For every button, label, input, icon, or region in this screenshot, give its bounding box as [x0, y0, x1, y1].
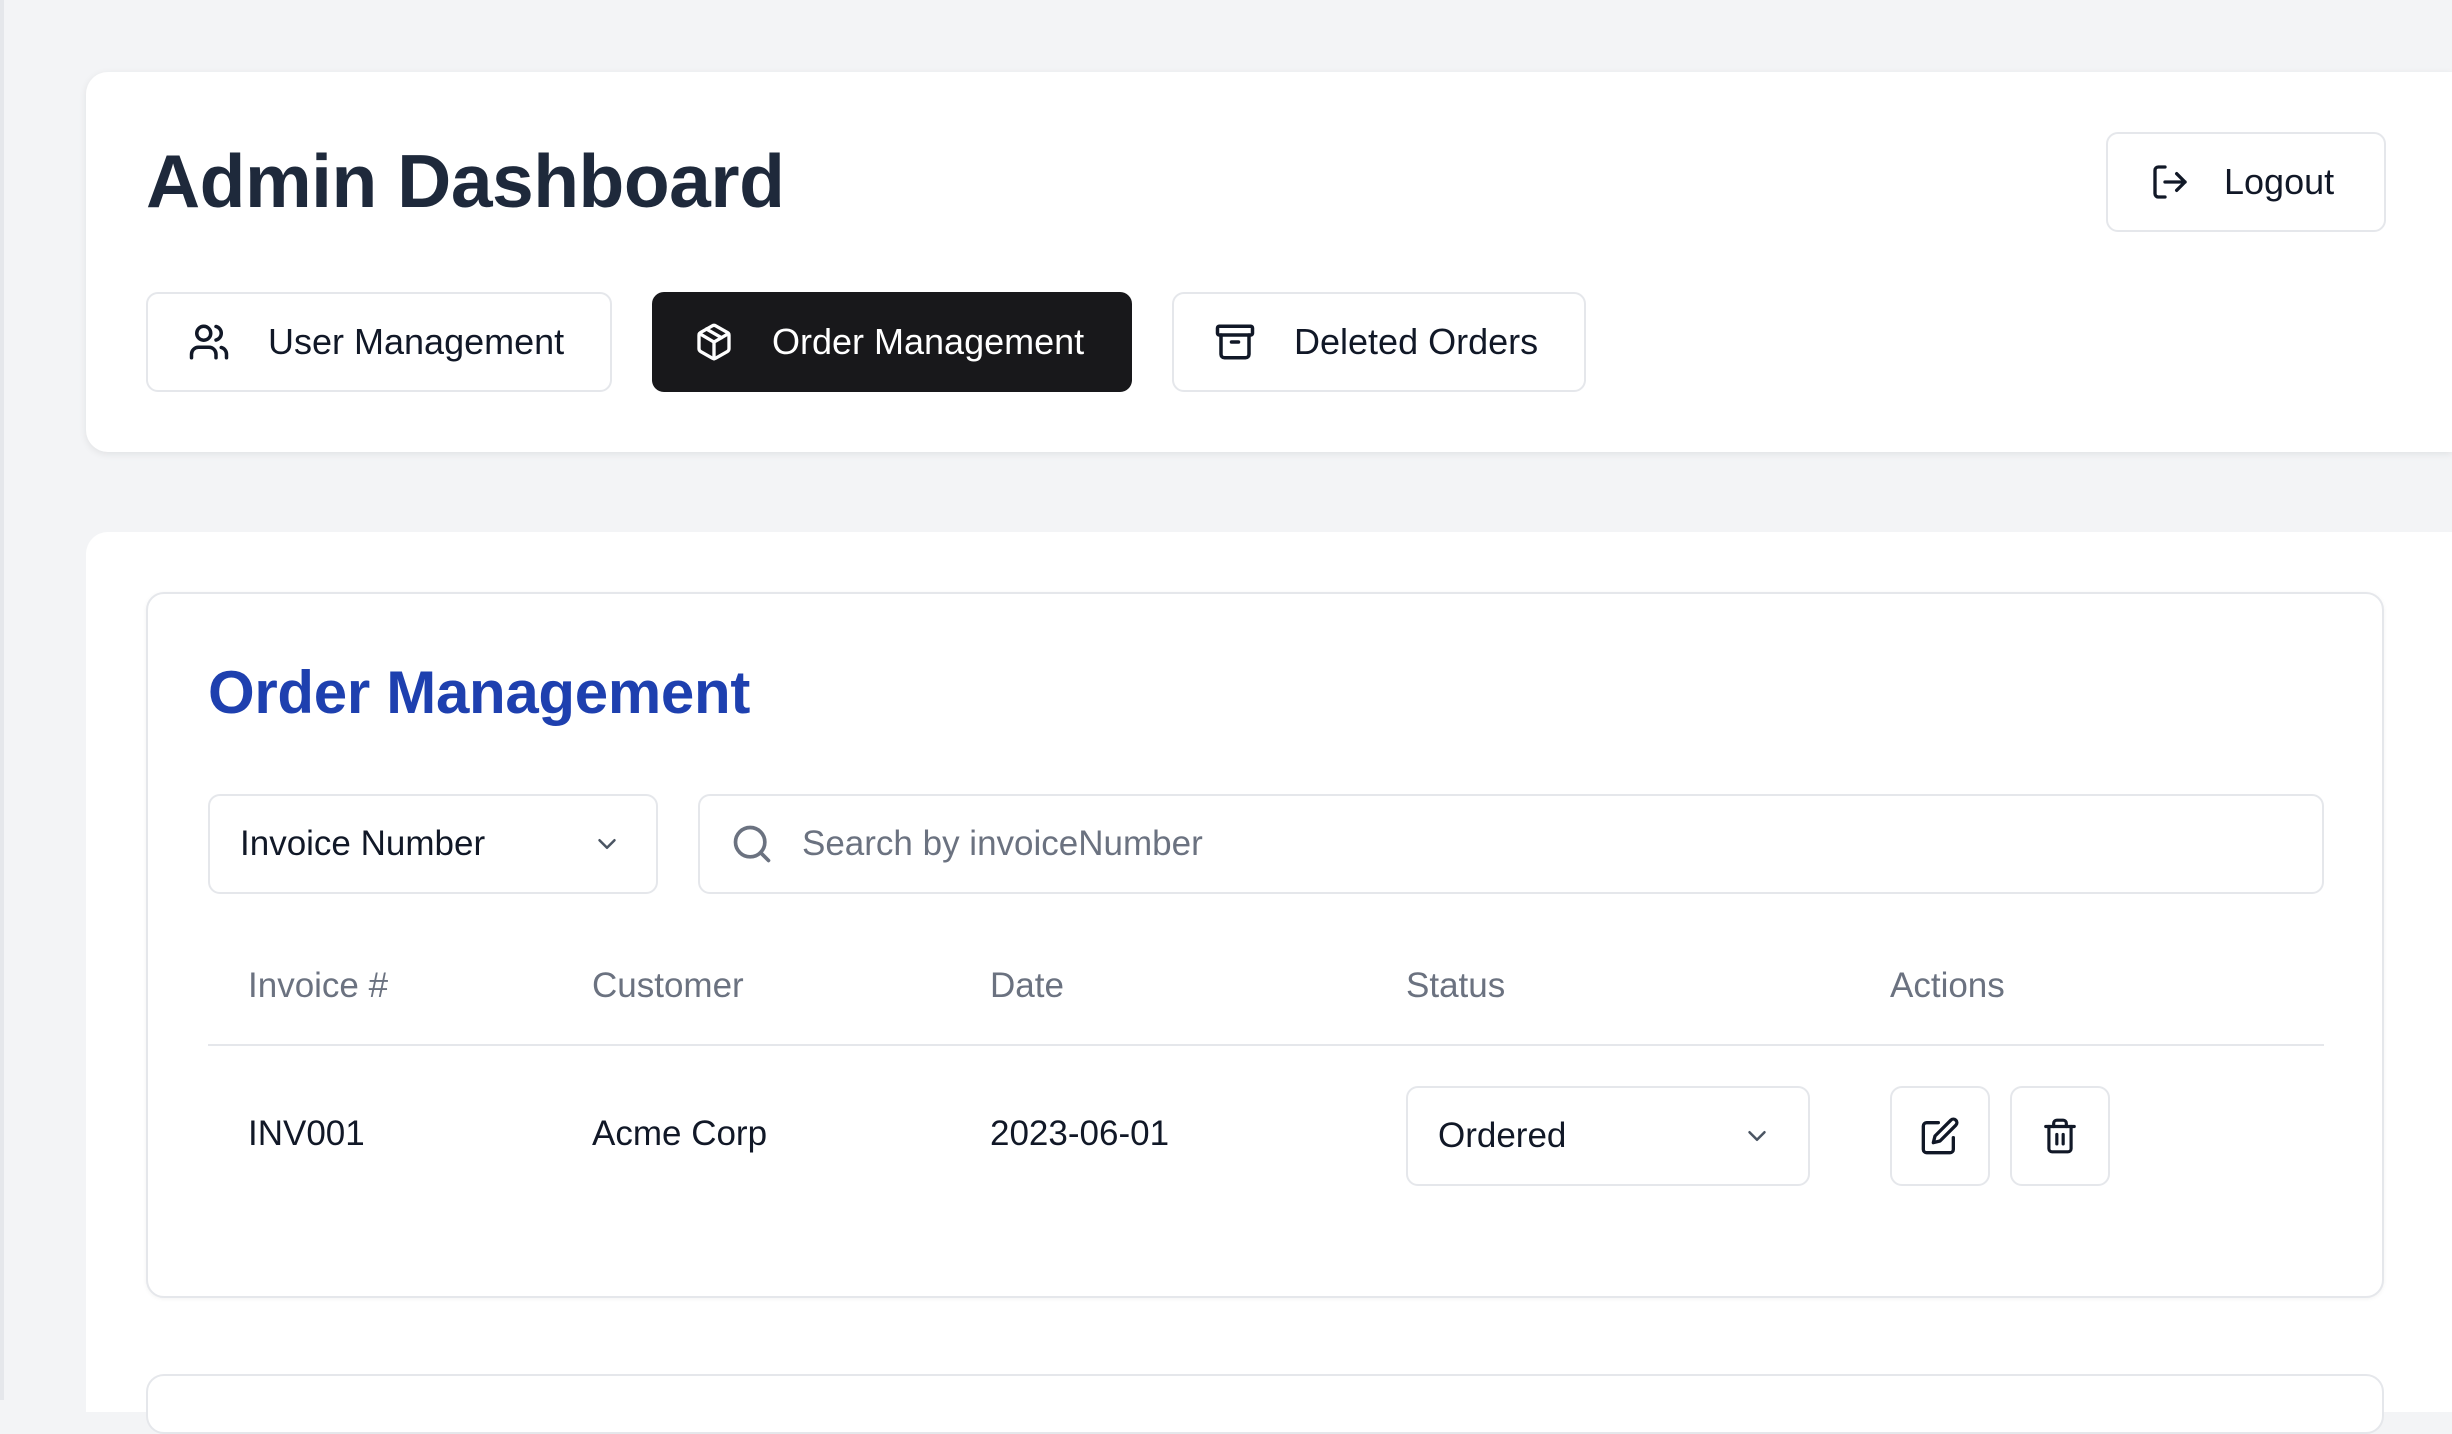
header-card: Admin Dashboard Logout User Management O…	[86, 72, 2452, 452]
tab-label: Deleted Orders	[1294, 321, 1539, 362]
trash-icon	[2041, 1117, 2079, 1155]
section-title: Order Management	[208, 659, 750, 726]
tab-label: User Management	[268, 321, 565, 362]
column-header-date: Date	[990, 966, 1064, 1005]
tab-deleted-orders[interactable]: Deleted Orders	[1172, 292, 1586, 392]
date-cell: 2023-06-01	[990, 1114, 1170, 1153]
invoice-cell: INV001	[248, 1114, 365, 1153]
column-header-customer: Customer	[592, 966, 744, 1005]
edit-icon	[1920, 1116, 1960, 1156]
tab-user-management[interactable]: User Management	[146, 292, 612, 392]
page-title: Admin Dashboard	[146, 139, 785, 223]
column-header-status: Status	[1406, 966, 1506, 1005]
logout-label: Logout	[2224, 161, 2335, 202]
package-icon	[694, 322, 734, 362]
order-management-panel: Order Management Invoice Number Invoice …	[146, 592, 2384, 1298]
column-header-actions: Actions	[1890, 966, 2005, 1005]
next-panel	[146, 1374, 2384, 1434]
search-field-value: Invoice Number	[240, 824, 486, 863]
table-row: INV001 Acme Corp 2023-06-01 Ordered	[208, 1046, 2324, 1228]
users-icon	[188, 321, 230, 363]
orders-table: Invoice # Customer Date Status Actions I…	[208, 934, 2324, 1228]
status-value: Ordered	[1438, 1116, 1567, 1155]
search-icon	[730, 822, 774, 866]
tab-order-management[interactable]: Order Management	[652, 292, 1132, 392]
status-select[interactable]: Ordered	[1406, 1086, 1810, 1186]
tab-label: Order Management	[772, 321, 1085, 362]
search-field-select[interactable]: Invoice Number	[208, 794, 658, 894]
main-card: Order Management Invoice Number Invoice …	[86, 532, 2452, 1434]
search-box[interactable]	[698, 794, 2324, 894]
tab-bar: User Management Order Management Deleted…	[146, 292, 1586, 392]
delete-button[interactable]	[2010, 1086, 2110, 1186]
table-header: Invoice # Customer Date Status Actions	[208, 934, 2324, 1046]
chevron-down-icon	[1742, 1121, 1772, 1151]
search-input[interactable]	[802, 824, 2302, 864]
chevron-down-icon	[592, 829, 622, 859]
edit-button[interactable]	[1890, 1086, 1990, 1186]
archive-icon	[1214, 321, 1256, 363]
window-edge	[0, 0, 4, 1400]
column-header-invoice: Invoice #	[248, 966, 389, 1005]
logout-icon	[2150, 162, 2190, 202]
customer-cell: Acme Corp	[592, 1114, 768, 1153]
logout-button[interactable]: Logout	[2106, 132, 2386, 232]
